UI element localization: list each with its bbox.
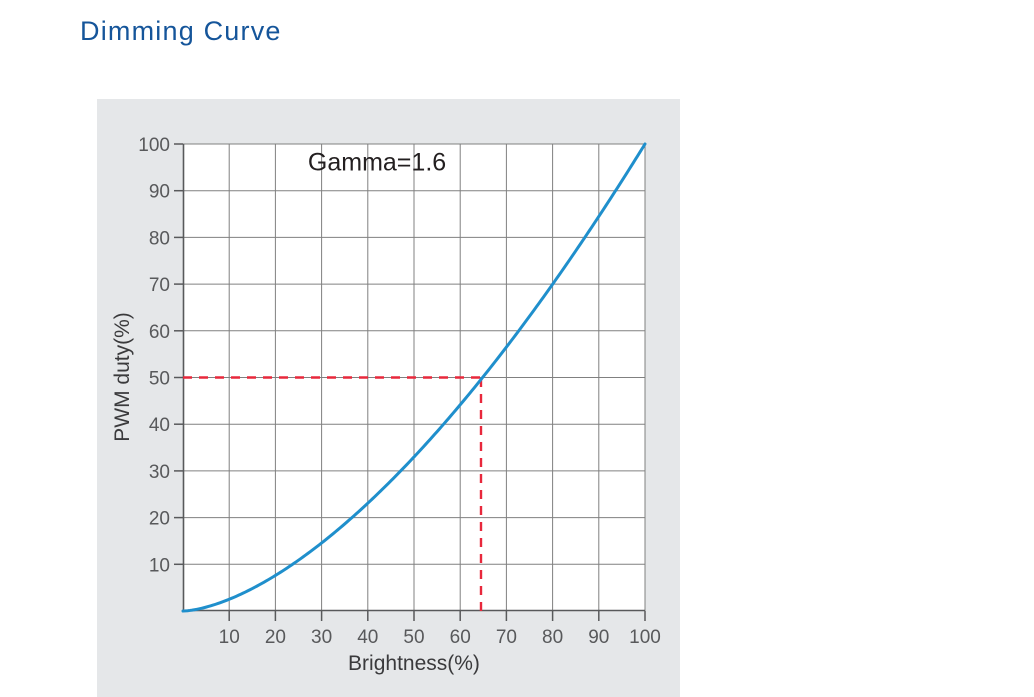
y-tick-label: 50 [149, 369, 170, 390]
y-tick-label: 20 [149, 509, 170, 530]
x-axis-ticks [228, 611, 646, 621]
chart-panel: 10 20 30 40 50 60 70 80 90 100 10 20 30 40 50 60 70 80 90… [97, 99, 680, 697]
y-tick-label: 60 [149, 322, 170, 343]
chart-annotations: Gamma=1.6 [308, 149, 446, 177]
x-tick-label: 60 [450, 627, 471, 648]
y-tick-label: 100 [138, 135, 170, 156]
x-tick-label: 80 [542, 627, 563, 648]
x-tick-label: 10 [219, 627, 240, 648]
x-tick-label: 70 [496, 627, 517, 648]
x-tick-label: 50 [403, 627, 424, 648]
page-title: Dimming Curve [80, 16, 282, 46]
gamma-annotation: Gamma=1.6 [308, 149, 446, 177]
y-axis-tick-labels: 10 20 30 40 50 60 70 80 90 100 [138, 135, 170, 576]
dimming-curve-chart: 10 20 30 40 50 60 70 80 90 100 10 20 30 40 50 60 70 80 90… [111, 135, 661, 675]
y-tick-label: 40 [149, 415, 170, 436]
x-axis-tick-labels: 10 20 30 40 50 60 70 80 90 100 [219, 627, 661, 648]
x-axis-title: Brightness(%) [348, 652, 480, 675]
y-tick-label: 80 [149, 228, 170, 249]
x-tick-label: 90 [588, 627, 609, 648]
x-tick-label: 40 [357, 627, 378, 648]
x-tick-label: 20 [265, 627, 286, 648]
x-tick-label: 100 [629, 627, 661, 648]
x-tick-label: 30 [311, 627, 332, 648]
y-axis-ticks [174, 143, 183, 566]
y-axis-title: PWM duty(%) [111, 312, 134, 442]
y-tick-label: 10 [149, 555, 170, 576]
y-tick-label: 70 [149, 275, 170, 296]
y-tick-label: 30 [149, 462, 170, 483]
y-tick-label: 90 [149, 182, 170, 203]
